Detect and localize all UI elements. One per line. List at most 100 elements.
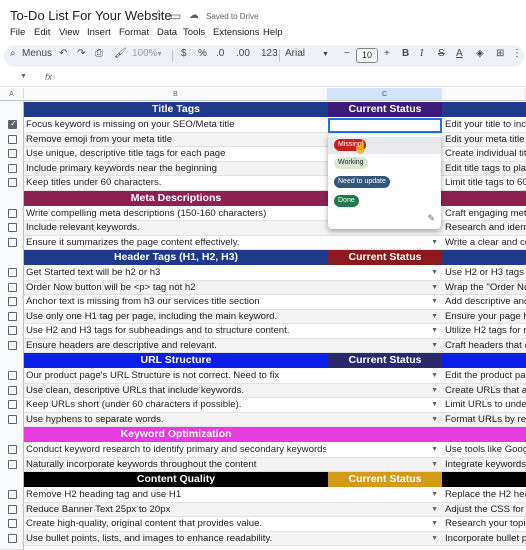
- status-dropdown-cell[interactable]: ▼: [328, 324, 442, 337]
- task-note[interactable]: Craft headers that clearly: [445, 340, 526, 351]
- status-column-header[interactable]: Current Status: [328, 250, 442, 265]
- print-icon[interactable]: ⎙: [95, 48, 103, 59]
- name-box-chevron-icon[interactable]: ▼: [20, 73, 27, 80]
- task-checkbox[interactable]: [8, 119, 17, 129]
- task-text[interactable]: Include relevant keywords.: [26, 222, 326, 233]
- task-note[interactable]: Replace the H2 heading: [445, 489, 526, 500]
- cloud-saved-icon[interactable]: ☁: [189, 10, 199, 21]
- formula-bar[interactable]: ▼ fx: [0, 69, 526, 87]
- section-notes-header[interactable]: [442, 190, 526, 206]
- increase-font-size-icon[interactable]: +: [384, 48, 390, 59]
- status-dropdown-cell[interactable]: ▼: [328, 369, 442, 382]
- chevron-down-icon[interactable]: ▼: [431, 416, 438, 423]
- task-checkbox[interactable]: [8, 282, 17, 292]
- status-dropdown-cell[interactable]: ▼: [328, 339, 442, 352]
- section-title[interactable]: Meta Descriptions: [24, 190, 328, 206]
- status-column-header[interactable]: Current Status: [328, 102, 442, 117]
- status-dropdown-cell[interactable]: ▼: [328, 295, 442, 308]
- star-icon[interactable]: ☆: [152, 9, 163, 23]
- column-header-d[interactable]: [442, 88, 526, 101]
- task-text[interactable]: Order Now button will be <p> tag not h2: [26, 282, 326, 293]
- task-text[interactable]: Use hyphens to separate words.: [26, 414, 326, 425]
- task-text[interactable]: Use bullet points, lists, and images to …: [26, 533, 326, 544]
- chevron-down-icon[interactable]: ▼: [431, 327, 438, 334]
- currency-format-button[interactable]: $: [181, 48, 187, 59]
- zoom-select[interactable]: 100%: [132, 48, 158, 59]
- menu-tools[interactable]: Tools: [183, 27, 205, 38]
- task-text[interactable]: Include primary keywords near the beginn…: [26, 163, 326, 174]
- task-note[interactable]: Write a clear and concise: [445, 237, 526, 248]
- task-checkbox[interactable]: [8, 223, 17, 232]
- task-checkbox[interactable]: [8, 326, 17, 335]
- task-note[interactable]: Add descriptive anchor: [445, 296, 526, 307]
- task-checkbox[interactable]: [8, 519, 17, 528]
- task-checkbox[interactable]: [8, 134, 17, 144]
- status-dropdown-cell[interactable]: ▼: [328, 458, 442, 471]
- task-text[interactable]: Reduce Banner Text 25px to 20px: [26, 504, 326, 515]
- percent-format-button[interactable]: %: [198, 48, 207, 59]
- task-text[interactable]: Conduct keyword research to identify pri…: [26, 444, 326, 455]
- status-dropdown-cell[interactable]: ▼: [328, 488, 442, 501]
- task-note[interactable]: Create URLs that are: [445, 385, 526, 396]
- font-size-input[interactable]: 10: [356, 48, 378, 63]
- menu-view[interactable]: View: [59, 27, 79, 38]
- more-icon[interactable]: ⋮: [512, 48, 522, 59]
- document-title[interactable]: To-Do List For Your Website: [10, 8, 172, 23]
- task-checkbox[interactable]: [8, 149, 17, 158]
- status-dropdown-cell[interactable]: ▼: [328, 236, 442, 249]
- task-note[interactable]: Edit your meta title: [445, 134, 526, 145]
- task-note[interactable]: Edit your title to include: [445, 119, 526, 130]
- chevron-down-icon[interactable]: ▼: [431, 342, 438, 349]
- section-title[interactable]: URL Structure: [24, 353, 328, 368]
- section-title[interactable]: Keyword Optimization: [24, 427, 328, 442]
- strikethrough-button[interactable]: S: [438, 48, 445, 59]
- column-header-b[interactable]: B: [24, 88, 328, 101]
- status-dropdown-cell[interactable]: ▼: [328, 281, 442, 294]
- chevron-down-icon[interactable]: ▼: [431, 491, 438, 498]
- chevron-down-icon[interactable]: ▼: [431, 446, 438, 453]
- task-note[interactable]: Wrap the "Order Now": [445, 282, 526, 293]
- fill-color-icon[interactable]: ◈: [476, 48, 484, 59]
- task-text[interactable]: Ensure it summarizes the page content ef…: [26, 237, 326, 248]
- task-note[interactable]: Utilize H2 tags for main: [445, 325, 526, 336]
- italic-button[interactable]: I: [420, 48, 423, 59]
- status-dropdown-cell[interactable]: ▼: [328, 503, 442, 516]
- task-text[interactable]: Use only one H1 tag per page, including …: [26, 311, 326, 322]
- task-note[interactable]: Craft engaging meta: [445, 208, 526, 219]
- menu-edit[interactable]: Edit: [34, 27, 50, 38]
- section-notes-header[interactable]: [442, 472, 526, 487]
- task-text[interactable]: Ensure headers are descriptive and relev…: [26, 340, 326, 351]
- task-checkbox[interactable]: [8, 163, 17, 173]
- menu-file[interactable]: File: [10, 27, 25, 38]
- search-menus-icon[interactable]: ⌕: [10, 48, 16, 59]
- menu-extensions[interactable]: Extensions: [213, 27, 259, 38]
- bold-button[interactable]: B: [402, 48, 409, 59]
- task-text[interactable]: Get Started text will be h2 or h3: [26, 267, 326, 278]
- chevron-down-icon[interactable]: ▼: [431, 313, 438, 320]
- chevron-down-icon[interactable]: ▼: [431, 298, 438, 305]
- font-family-select[interactable]: Arial: [285, 48, 305, 59]
- menu-insert[interactable]: Insert: [87, 27, 111, 38]
- task-note[interactable]: Create individual titles: [445, 148, 526, 159]
- paint-format-icon[interactable]: 🖌: [114, 48, 127, 59]
- task-note[interactable]: Limit URLs to under 60: [445, 399, 526, 410]
- menu-data[interactable]: Data: [157, 27, 177, 38]
- status-dropdown-cell[interactable]: ▼: [328, 310, 442, 323]
- task-checkbox[interactable]: [8, 268, 17, 277]
- chevron-down-icon[interactable]: ▼: [431, 506, 438, 513]
- task-text[interactable]: Remove H2 heading tag and use H1: [26, 489, 326, 500]
- status-dropdown-cell[interactable]: ▼: [328, 517, 442, 530]
- chevron-down-icon[interactable]: ▼: [431, 284, 438, 291]
- task-checkbox[interactable]: [8, 311, 17, 321]
- task-note[interactable]: Adjust the CSS for the: [445, 504, 526, 515]
- search-menus-label[interactable]: Menus: [22, 48, 52, 59]
- undo-icon[interactable]: ↶: [59, 48, 67, 59]
- decrease-font-size-icon[interactable]: −: [344, 48, 350, 59]
- task-text[interactable]: Our product page's URL Structure is not …: [26, 370, 326, 381]
- task-note[interactable]: Limit title tags to 60: [445, 177, 526, 188]
- chevron-down-icon[interactable]: ▼: [322, 51, 329, 58]
- status-dropdown-cell[interactable]: ▼: [328, 398, 442, 411]
- task-checkbox[interactable]: [8, 178, 17, 187]
- task-note[interactable]: Ensure your page has: [445, 311, 526, 322]
- chevron-down-icon[interactable]: ▼: [156, 51, 163, 58]
